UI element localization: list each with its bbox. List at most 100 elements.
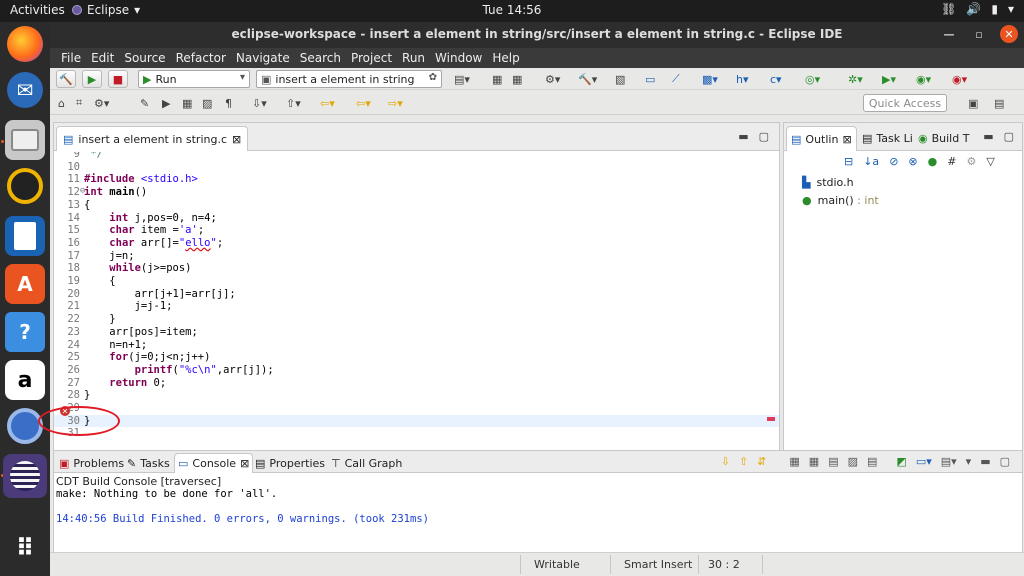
maximize-view-icon[interactable]: ▢ (1004, 130, 1014, 143)
menu-run[interactable]: Run (397, 48, 430, 68)
new-class-icon[interactable]: ◎▾ (805, 70, 820, 88)
code-line[interactable]: 29 (54, 402, 779, 415)
previous-annotation-icon[interactable]: ⇧▾ (286, 94, 301, 112)
code-line[interactable]: 19 { (54, 275, 779, 288)
menu-search[interactable]: Search (295, 48, 346, 68)
view-menu-icon[interactable]: ▽ (986, 155, 994, 168)
outline-item[interactable]: ● main() : int (802, 194, 879, 207)
menu-project[interactable]: Project (346, 48, 397, 68)
block-selection-icon[interactable]: ▦ (182, 94, 192, 112)
terminal-icon[interactable]: ▭ (645, 70, 655, 88)
highlight-icon[interactable]: ✎ (140, 94, 149, 112)
tab-properties[interactable]: ▤ Properties (252, 453, 328, 473)
code-line[interactable]: 14 int j,pos=0, n=4; (54, 212, 779, 225)
view-menu-icon[interactable]: ▾ (966, 455, 972, 468)
clear-console-icon[interactable]: ▤ (828, 455, 838, 468)
code-line[interactable]: 9 */ (54, 152, 779, 161)
close-icon[interactable]: ✕ (1000, 25, 1018, 43)
hide-nonpublic-icon[interactable]: ● (928, 155, 938, 168)
editor-tab[interactable]: ▤ insert a element in string.c ⊠ (56, 126, 249, 151)
debug-icon[interactable]: ⚙▾ (545, 70, 560, 88)
close-icon[interactable]: ⊠ (240, 457, 249, 470)
copy-icon[interactable]: ▦ (789, 455, 799, 468)
save-all-icon[interactable]: ▦ (512, 70, 522, 88)
error-overview-marker[interactable] (767, 417, 775, 421)
outline-item[interactable]: ▙ stdio.h (802, 176, 854, 189)
code-line[interactable]: 12 int main() ⊖ (54, 186, 779, 199)
code-line[interactable]: 28} (54, 389, 779, 402)
next-error-icon[interactable]: ⇩ (721, 455, 730, 468)
menu-file[interactable]: File (56, 48, 86, 68)
tab-problems[interactable]: ▣ Problems (56, 453, 127, 473)
minimize-icon[interactable]: — (940, 25, 958, 43)
minimize-view-icon[interactable]: ▬ (980, 455, 990, 468)
back-icon[interactable]: ⇦▾ (356, 94, 371, 112)
chromium-icon[interactable] (7, 408, 43, 444)
code-line[interactable]: 26 printf("%c\n",arr[j]); (54, 364, 779, 377)
c-perspective-icon[interactable]: ▤ (994, 94, 1004, 112)
code-line[interactable]: 22 } (54, 313, 779, 326)
new-project-icon[interactable]: ▩▾ (702, 70, 718, 88)
next-annotation-icon[interactable]: ⇩▾ (252, 94, 267, 112)
previous-error-icon[interactable]: ⇧ (739, 455, 748, 468)
quick-access-input[interactable]: Quick Access (863, 94, 947, 112)
launch-mode-select[interactable]: ▶ Run ▾ (138, 70, 250, 88)
code-line[interactable]: 16 char arr[]="ello"; (54, 237, 779, 250)
activities-button[interactable]: Activities (10, 3, 65, 17)
firefox-icon[interactable] (7, 26, 43, 62)
link-icon[interactable]: ⇵ (757, 455, 766, 468)
scroll-lock-icon[interactable]: ▨ (848, 455, 858, 468)
code-line[interactable]: 15 char item ='a'; (54, 224, 779, 237)
code-line[interactable]: 18 while(j>=pos) (54, 262, 779, 275)
hide-fields-icon[interactable]: ⊘ (889, 155, 898, 168)
code-line[interactable]: 13 { (54, 199, 779, 212)
tab-console[interactable]: ▭ Console ⊠ (174, 453, 254, 473)
tab-call-graph[interactable]: ⊤ Call Graph (328, 453, 405, 473)
pin-console-icon[interactable]: ◩ (896, 455, 906, 468)
hide-macros-icon[interactable]: # (947, 155, 956, 168)
launch-config-select[interactable]: ▣ insert a element in string ✿ (256, 70, 442, 88)
open-type-icon[interactable]: ⌂ (58, 94, 65, 112)
build-icon[interactable]: 🔨▾ (578, 70, 597, 88)
word-wrap-console-icon[interactable]: ▤ (867, 455, 877, 468)
minimize-view-icon[interactable]: ▬ (738, 130, 748, 143)
app-menu[interactable]: Eclipse ▾ (72, 3, 140, 17)
new-source-icon[interactable]: c▾ (770, 70, 782, 88)
code-area[interactable]: 9 */10 11 #include <stdio.h> 12 int main() ⊖ 1… (54, 152, 779, 461)
show-whitespace-icon[interactable]: ¶ (225, 94, 232, 112)
code-line[interactable]: 27 return 0; (54, 377, 779, 390)
clock[interactable]: Tue 14:56 (0, 3, 1024, 17)
skip-breakpoints-icon[interactable]: ⟋ (672, 70, 680, 88)
word-wrap-icon[interactable]: ▨ (202, 94, 212, 112)
code-line[interactable]: 17 j=n; (54, 250, 779, 263)
menu-source[interactable]: Source (119, 48, 170, 68)
amazon-icon[interactable]: a (5, 360, 45, 400)
code-line[interactable]: 24 n=n+1; (54, 339, 779, 352)
menu-help[interactable]: Help (487, 48, 524, 68)
writer-icon[interactable] (5, 216, 45, 256)
last-edit-icon[interactable]: ⇦▾ (320, 94, 335, 112)
close-icon[interactable]: ⊠ (842, 133, 851, 146)
menu-window[interactable]: Window (430, 48, 487, 68)
menu-refactor[interactable]: Refactor (171, 48, 231, 68)
group-icon[interactable]: ⚙ (966, 155, 976, 168)
mark-occurrences-icon[interactable]: ▶ (162, 94, 170, 112)
rhythmbox-icon[interactable] (7, 168, 43, 204)
code-line[interactable]: 20 arr[j+1]=arr[j]; (54, 288, 779, 301)
toggle-icon[interactable]: ⚙▾ (94, 94, 109, 112)
software-center-icon[interactable]: A (5, 264, 45, 304)
fold-icon[interactable]: ⊖ (80, 186, 85, 196)
terminate-icon[interactable]: ■ (108, 70, 128, 88)
tab-task-list[interactable]: ▤ Task Li (858, 126, 917, 151)
new-icon[interactable]: ▤▾ (454, 70, 470, 88)
maximize-view-icon[interactable]: ▢ (1000, 455, 1010, 468)
code-line[interactable]: 25 for(j=0;j<n;j++) (54, 351, 779, 364)
maximize-icon[interactable]: ▫ (970, 25, 988, 43)
system-tray[interactable]: ⛓ 🔊 ▮ ▾ (941, 2, 1014, 16)
run-launch-icon[interactable]: ▶▾ (882, 70, 896, 88)
open-element-icon[interactable]: ⌗ (76, 94, 82, 112)
maximize-view-icon[interactable]: ▢ (759, 130, 769, 143)
help-icon[interactable]: ? (5, 312, 45, 352)
debug-launch-icon[interactable]: ✲▾ (848, 70, 863, 88)
clean-icon[interactable]: ▧ (615, 70, 625, 88)
